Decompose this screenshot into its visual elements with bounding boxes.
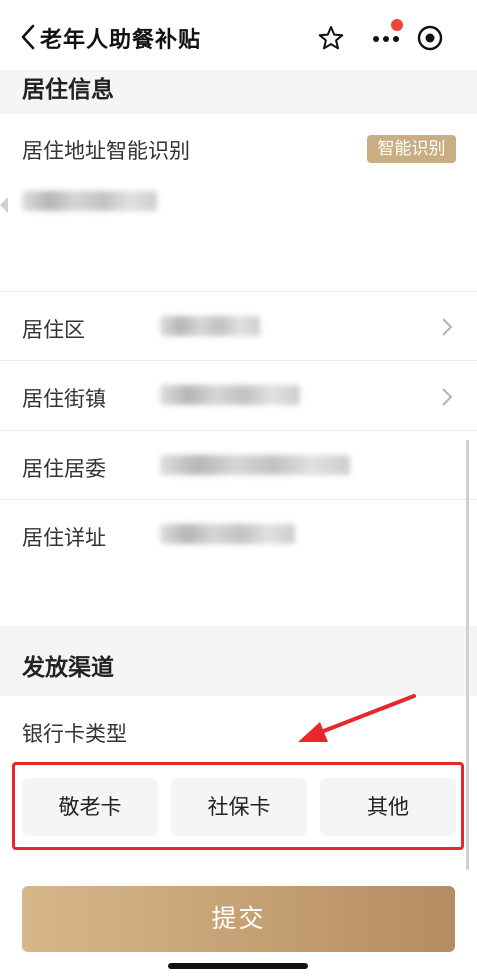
row-label-committee: 居住居委 <box>22 457 106 481</box>
navigation-bar: 老年人助餐补贴 <box>0 0 477 70</box>
divider <box>0 499 477 500</box>
chevron-right-icon[interactable] <box>440 316 454 338</box>
address-input-blurred[interactable] <box>22 191 157 211</box>
channel-section-header: 发放渠道 <box>0 626 477 696</box>
option-social-security-card[interactable]: 社保卡 <box>171 778 307 836</box>
submit-button[interactable]: 提交 <box>22 886 455 952</box>
star-icon[interactable] <box>318 25 344 51</box>
district-value-blurred[interactable] <box>160 316 260 336</box>
row-label-detail-address: 居住详址 <box>22 526 106 550</box>
bank-card-type-label: 银行卡类型 <box>22 722 127 746</box>
home-indicator[interactable] <box>168 963 308 969</box>
annotation-arrow-icon <box>298 694 416 742</box>
row-label-district: 居住区 <box>22 318 85 342</box>
chevron-right-icon[interactable] <box>440 386 454 408</box>
back-icon[interactable] <box>18 22 40 52</box>
divider <box>0 430 477 431</box>
committee-value-blurred[interactable] <box>160 455 350 475</box>
detail-address-value-blurred[interactable] <box>160 524 295 544</box>
smart-recognition-button[interactable]: 智能识别 <box>367 135 456 163</box>
option-other[interactable]: 其他 <box>320 778 456 836</box>
row-label-street: 居住街镇 <box>22 387 106 411</box>
scrollbar[interactable] <box>466 440 469 870</box>
text-cursor-handle <box>0 197 8 213</box>
street-value-blurred[interactable] <box>160 385 300 405</box>
option-elderly-card[interactable]: 敬老卡 <box>22 778 158 836</box>
divider <box>0 360 477 361</box>
target-icon[interactable] <box>416 24 444 52</box>
residence-section-title: 居住信息 <box>22 77 114 103</box>
smart-recognition-label: 居住地址智能识别 <box>22 139 190 163</box>
notification-dot <box>391 19 403 31</box>
channel-section-title: 发放渠道 <box>22 655 114 681</box>
divider <box>0 291 477 292</box>
page-title: 老年人助餐补贴 <box>40 28 202 53</box>
residence-section-header: 居住信息 <box>0 70 477 114</box>
